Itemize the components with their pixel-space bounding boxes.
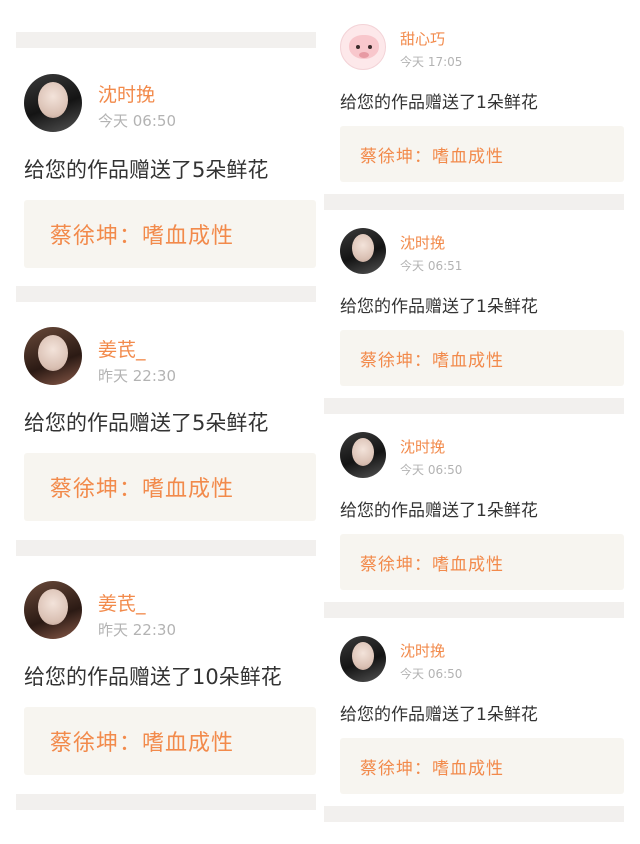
work-card[interactable]: 蔡徐坤：嗜血成性 — [24, 707, 316, 775]
section-divider — [16, 286, 316, 302]
section-divider — [324, 806, 624, 822]
sender-name[interactable]: 沈时挽 — [400, 640, 445, 661]
section-divider — [16, 32, 316, 48]
sender-name[interactable]: 姜芪_ — [98, 589, 146, 616]
sender-name[interactable]: 沈时挽 — [98, 80, 155, 107]
timestamp: 今天 06:51 — [400, 259, 463, 273]
work-card[interactable]: 蔡徐坤：嗜血成性 — [340, 330, 624, 386]
avatar[interactable] — [24, 581, 82, 639]
work-card[interactable]: 蔡徐坤：嗜血成性 — [340, 126, 624, 182]
section-divider — [324, 398, 624, 414]
work-card[interactable]: 蔡徐坤：嗜血成性 — [24, 200, 316, 268]
gift-message: 给您的作品赠送了1朵鲜花 — [340, 93, 538, 113]
sender-name[interactable]: 甜心巧 — [400, 28, 445, 49]
timestamp: 昨天 22:30 — [98, 621, 176, 639]
timestamp: 今天 06:50 — [98, 112, 176, 130]
section-divider — [324, 194, 624, 210]
gift-message: 给您的作品赠送了10朵鲜花 — [24, 665, 282, 689]
avatar[interactable] — [340, 228, 386, 274]
gift-message: 给您的作品赠送了1朵鲜花 — [340, 705, 538, 725]
gift-message: 给您的作品赠送了1朵鲜花 — [340, 501, 538, 521]
sender-name[interactable]: 沈时挽 — [400, 232, 445, 253]
section-divider — [324, 602, 624, 618]
avatar[interactable] — [24, 327, 82, 385]
sender-name[interactable]: 沈时挽 — [400, 436, 445, 457]
work-card[interactable]: 蔡徐坤：嗜血成性 — [340, 738, 624, 794]
avatar[interactable] — [340, 432, 386, 478]
work-card[interactable]: 蔡徐坤：嗜血成性 — [24, 453, 316, 521]
avatar[interactable] — [340, 636, 386, 682]
work-card[interactable]: 蔡徐坤：嗜血成性 — [340, 534, 624, 590]
cartoon-cat-avatar[interactable] — [340, 24, 386, 70]
timestamp: 今天 06:50 — [400, 667, 463, 681]
gift-message: 给您的作品赠送了5朵鲜花 — [24, 158, 269, 182]
timestamp: 今天 06:50 — [400, 463, 463, 477]
sender-name[interactable]: 姜芪_ — [98, 335, 146, 362]
section-divider — [16, 794, 316, 810]
gift-message: 给您的作品赠送了5朵鲜花 — [24, 411, 269, 435]
section-divider — [16, 540, 316, 556]
gift-message: 给您的作品赠送了1朵鲜花 — [340, 297, 538, 317]
avatar[interactable] — [24, 74, 82, 132]
timestamp: 今天 17:05 — [400, 55, 463, 69]
timestamp: 昨天 22:30 — [98, 367, 176, 385]
